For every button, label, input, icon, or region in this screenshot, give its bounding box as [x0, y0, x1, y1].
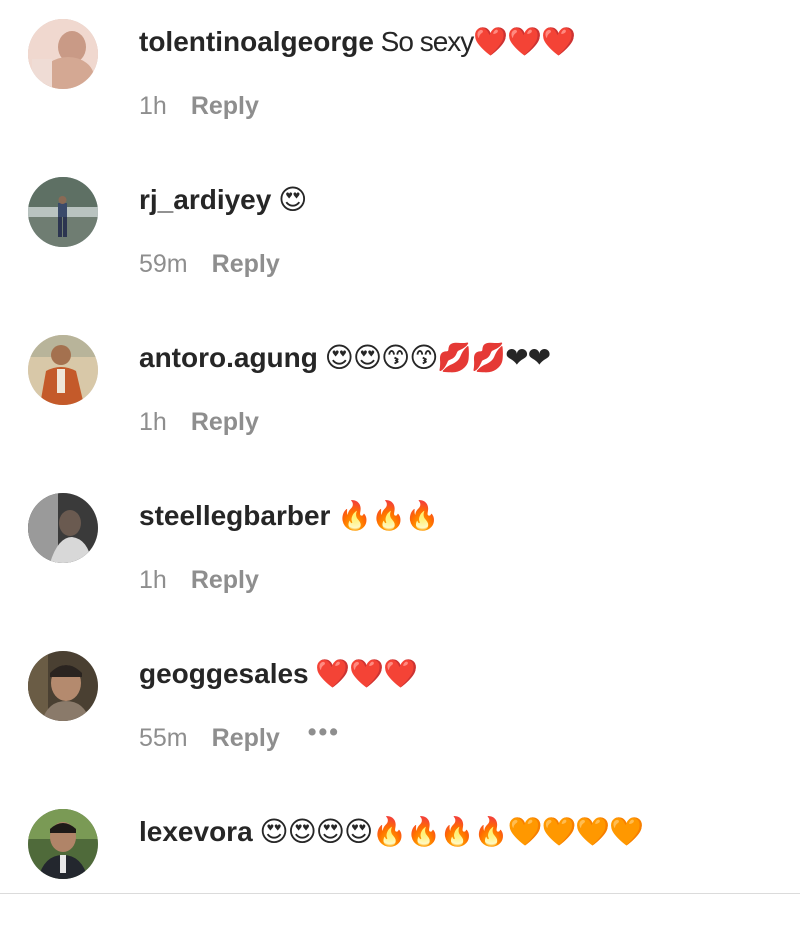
comment-time[interactable]: 55m	[139, 724, 188, 752]
comment-line: lexevora 😍😍😍😍🔥🔥🔥🔥🧡🧡🧡🧡	[139, 814, 644, 850]
avatar-image	[28, 335, 98, 405]
comment-time[interactable]: 1h	[139, 566, 167, 594]
comment-item: lexevora 😍😍😍😍🔥🔥🔥🔥🧡🧡🧡🧡	[0, 790, 800, 948]
more-options-icon[interactable]: •••	[308, 716, 340, 748]
avatar-image	[28, 809, 98, 879]
comment-line: rj_ardiyey 😍	[139, 182, 307, 218]
comment-line: geoggesales ❤️❤️❤️	[139, 656, 418, 692]
comment-text: 🔥🔥🔥	[330, 500, 440, 531]
comment-item: steellegbarber 🔥🔥🔥 1h Reply	[0, 474, 800, 632]
avatar[interactable]	[28, 335, 98, 405]
comment-time[interactable]: 59m	[139, 250, 188, 278]
avatar[interactable]	[28, 493, 98, 563]
comment-text: 😍😍😍😍🔥🔥🔥🔥🧡🧡🧡🧡	[252, 816, 644, 847]
comment-username[interactable]: geoggesales	[139, 658, 309, 689]
comment-meta: 1h Reply	[139, 90, 259, 122]
comment-line: tolentinoalgeorge So sexy❤️❤️❤️	[139, 24, 576, 60]
comment-text: 😍😍😙😙💋💋❤❤	[317, 342, 551, 373]
comment-username[interactable]: steellegbarber	[139, 500, 330, 531]
divider	[0, 893, 800, 894]
reply-button[interactable]: Reply	[212, 724, 280, 752]
comment-line: antoro.agung 😍😍😙😙💋💋❤❤	[139, 340, 551, 376]
reply-button[interactable]: Reply	[212, 250, 280, 278]
comment-item: antoro.agung 😍😍😙😙💋💋❤❤ 1h Reply	[0, 316, 800, 474]
avatar-image	[28, 177, 98, 247]
reply-button[interactable]: Reply	[191, 92, 259, 120]
avatar-image	[28, 651, 98, 721]
comment-meta: 1h Reply	[139, 406, 259, 438]
comment-username[interactable]: lexevora	[139, 816, 253, 847]
comment-text: ❤️❤️❤️	[308, 658, 418, 689]
avatar-image	[28, 493, 98, 563]
comment-username[interactable]: antoro.agung	[139, 342, 318, 373]
comment-username[interactable]: tolentinoalgeorge	[139, 26, 374, 57]
comment-item: tolentinoalgeorge So sexy❤️❤️❤️ 1h Reply	[0, 0, 800, 158]
comment-meta: 59m Reply	[139, 248, 280, 280]
comment-time[interactable]: 1h	[139, 408, 167, 436]
comment-text: So sexy❤️❤️❤️	[373, 26, 576, 57]
avatar[interactable]	[28, 651, 98, 721]
avatar-image	[28, 19, 98, 89]
avatar[interactable]	[28, 19, 98, 89]
comment-line: steellegbarber 🔥🔥🔥	[139, 498, 440, 534]
comment-username[interactable]: rj_ardiyey	[139, 184, 271, 215]
comment-meta: 1h Reply	[139, 564, 259, 596]
comment-item: rj_ardiyey 😍 59m Reply	[0, 158, 800, 316]
reply-button[interactable]: Reply	[191, 408, 259, 436]
avatar[interactable]	[28, 177, 98, 247]
comment-meta: 55m Reply •••	[139, 718, 340, 754]
comment-time[interactable]: 1h	[139, 92, 167, 120]
avatar[interactable]	[28, 809, 98, 879]
comment-text: 😍	[271, 184, 307, 215]
comment-item: geoggesales ❤️❤️❤️ 55m Reply •••	[0, 632, 800, 790]
reply-button[interactable]: Reply	[191, 566, 259, 594]
